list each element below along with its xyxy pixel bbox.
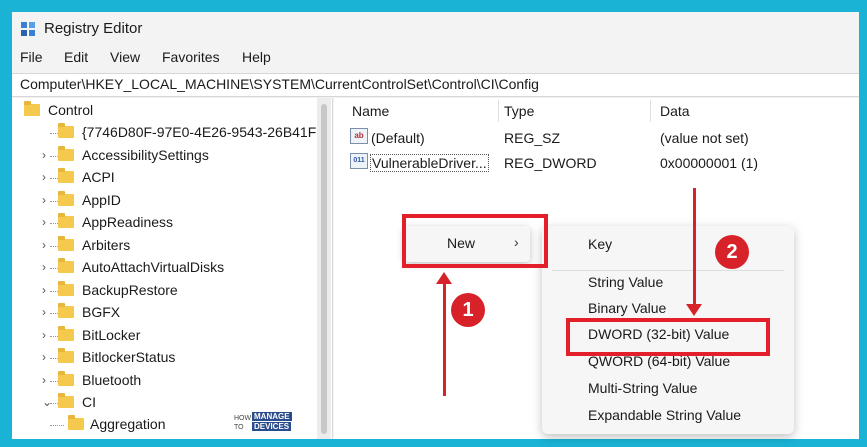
tree-item-label: AccessibilitySettings (82, 146, 209, 163)
binary-value-icon: 011 (350, 153, 368, 169)
menu-file[interactable]: File (20, 49, 43, 65)
folder-icon (58, 168, 74, 183)
tree-item[interactable]: › BackupRestore (12, 280, 317, 302)
tree-item-label: AppID (82, 191, 121, 208)
folder-icon (58, 235, 74, 251)
tree-item-label: Aggregation (90, 416, 166, 432)
chevron-right-icon[interactable]: › (42, 260, 52, 274)
title-bar: Registry Editor (12, 12, 859, 46)
tree-item[interactable]: › AppID (12, 190, 317, 212)
tree-item-label: BitLocker (82, 326, 141, 343)
tree-item-label: AutoAttachVirtualDisks (82, 259, 225, 275)
folder-icon (68, 415, 84, 430)
tree-item[interactable]: › Bluetooth (12, 370, 317, 392)
column-header-name[interactable]: Name (352, 103, 389, 119)
menu-bar: File Edit View Favorites Help (12, 46, 859, 70)
folder-icon (24, 101, 40, 116)
value-data: (value not set) (660, 130, 749, 146)
tree-item-label: Control (48, 102, 94, 118)
folder-icon (58, 325, 74, 341)
menu-favorites[interactable]: Favorites (162, 49, 220, 65)
submenu-string-value[interactable]: String Value (588, 274, 663, 290)
tree-item[interactable]: › Arbiters (12, 235, 317, 257)
submenu-multi-string-value[interactable]: Multi-String Value (588, 380, 697, 396)
tree-item-control[interactable]: Control (12, 100, 317, 122)
chevron-right-icon[interactable]: › (42, 283, 52, 297)
arrow-up-line (443, 284, 446, 396)
menu-help[interactable]: Help (242, 49, 271, 65)
step-badge-2: 2 (715, 235, 749, 269)
tree-item[interactable]: › BitlockerStatus (12, 347, 317, 369)
chevron-right-icon[interactable]: › (42, 350, 52, 364)
chevron-right-icon[interactable]: › (42, 170, 52, 184)
menu-view[interactable]: View (110, 49, 140, 65)
folder-icon (58, 145, 74, 161)
tree-item-label: BackupRestore (82, 281, 178, 298)
folder-icon (58, 280, 74, 296)
tree-item-label: Arbiters (82, 236, 131, 253)
chevron-right-icon[interactable]: › (42, 305, 52, 319)
registry-editor-icon (21, 22, 35, 36)
folder-icon (58, 123, 74, 138)
chevron-right-icon[interactable]: › (42, 238, 52, 252)
tree-item[interactable]: › BitLocker (12, 325, 317, 347)
tree-item[interactable]: › AppReadiness (12, 212, 317, 234)
folder-icon (58, 258, 74, 273)
address-bar[interactable]: Computer\HKEY_LOCAL_MACHINE\SYSTEM\Curre… (12, 73, 859, 97)
value-data: 0x00000001 (1) (660, 155, 759, 171)
tree-item-label: CI (82, 394, 96, 410)
tree-scrollbar[interactable] (317, 98, 331, 439)
tree-item-label: BitlockerStatus (82, 349, 176, 365)
tree-item-label: {7746D80F-97E0-4E26-9543-26B41F (82, 124, 317, 140)
chevron-right-icon[interactable]: › (42, 148, 52, 162)
registry-tree: Control {7746D80F-97E0-4E26-9543-26B41F ›… (12, 98, 333, 439)
submenu-expandable-string-value[interactable]: Expandable String Value (588, 407, 741, 423)
step-badge-1: 1 (451, 293, 485, 327)
value-type: REG_DWORD (504, 155, 597, 171)
value-name: (Default) (371, 130, 425, 146)
arrow-up-icon (436, 272, 452, 284)
arrow-down-line (693, 188, 696, 306)
chevron-down-icon[interactable]: ⌄ (42, 395, 52, 409)
address-path: Computer\HKEY_LOCAL_MACHINE\SYSTEM\Curre… (20, 76, 539, 92)
menu-separator (552, 270, 784, 271)
folder-icon (58, 348, 74, 363)
highlight-new (402, 214, 548, 268)
tree-item-label: ACPI (82, 169, 115, 185)
folder-icon (58, 303, 74, 318)
folder-icon (58, 190, 74, 206)
tree-item-label: AppReadiness (82, 214, 174, 230)
tree-item[interactable]: › ACPI (12, 167, 317, 189)
submenu-binary-value[interactable]: Binary Value (588, 300, 666, 316)
chevron-right-icon[interactable]: › (42, 193, 52, 207)
folder-icon (58, 370, 74, 386)
value-type: REG_SZ (504, 130, 561, 146)
column-header-type[interactable]: Type (504, 103, 534, 119)
submenu-key[interactable]: Key (588, 236, 612, 252)
tree-item[interactable]: {7746D80F-97E0-4E26-9543-26B41F (12, 122, 317, 144)
tree-item-label: Bluetooth (82, 371, 142, 388)
chevron-right-icon[interactable]: › (42, 373, 52, 387)
menu-edit[interactable]: Edit (64, 49, 88, 65)
tree-item[interactable]: › AutoAttachVirtualDisks (12, 257, 317, 279)
window-title: Registry Editor (44, 20, 143, 37)
string-value-icon: ab (350, 128, 368, 144)
chevron-right-icon[interactable]: › (42, 215, 52, 229)
value-name: VulnerableDriver... (370, 154, 489, 172)
tree-item[interactable]: ⌄ CI (12, 392, 317, 414)
highlight-dword (566, 318, 770, 356)
scrollbar-thumb[interactable] (321, 104, 327, 434)
folder-icon (58, 393, 74, 408)
tree-item[interactable]: › BGFX (12, 302, 317, 324)
column-header-data[interactable]: Data (660, 103, 690, 119)
arrow-down-icon (686, 304, 702, 316)
folder-icon (58, 213, 74, 228)
chevron-right-icon[interactable]: › (42, 328, 52, 342)
tree-item-label: BGFX (82, 304, 121, 320)
tree-item[interactable]: › AccessibilitySettings (12, 145, 317, 167)
